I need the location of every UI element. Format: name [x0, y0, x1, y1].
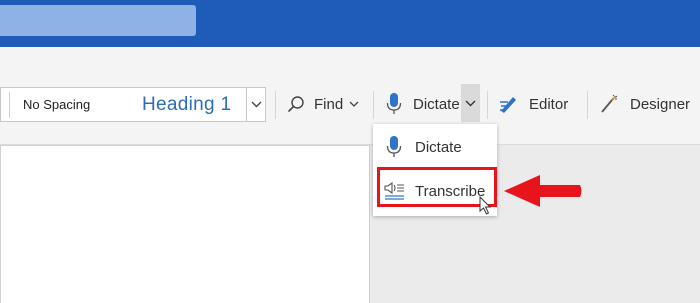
- search-box[interactable]: [0, 5, 196, 36]
- styles-gallery: No Spacing Heading 1: [0, 87, 263, 122]
- dictate-button[interactable]: Dictate: [386, 88, 460, 120]
- editor-label: Editor: [529, 95, 569, 113]
- chevron-down-icon: [251, 101, 262, 108]
- style-no-spacing[interactable]: No Spacing: [23, 88, 90, 121]
- ribbon-divider: [275, 91, 276, 119]
- designer-label: Designer: [630, 95, 691, 113]
- dictate-dropdown-button[interactable]: [461, 84, 480, 122]
- dictate-label: Dictate: [413, 95, 460, 113]
- editor-button[interactable]: Editor: [498, 88, 568, 120]
- editor-pen-icon: [498, 94, 518, 114]
- microphone-icon: [386, 92, 402, 116]
- styles-gallery-divider: [9, 92, 10, 118]
- menu-item-dictate[interactable]: Dictate: [373, 128, 497, 166]
- search-icon: [287, 95, 305, 113]
- mouse-pointer-icon: [479, 196, 492, 215]
- microphone-icon: [373, 135, 415, 159]
- designer-button[interactable]: Designer: [599, 88, 690, 120]
- ribbon-divider: [373, 91, 374, 119]
- menu-item-dictate-label: Dictate: [415, 138, 462, 156]
- find-button[interactable]: Find: [287, 88, 359, 120]
- title-bar: [0, 0, 700, 47]
- magic-wand-icon: [599, 94, 619, 114]
- chevron-down-icon: [349, 101, 359, 107]
- ribbon-divider: [587, 91, 588, 119]
- ribbon-divider: [487, 91, 488, 119]
- styles-more-button[interactable]: [246, 87, 266, 122]
- chevron-down-icon: [465, 100, 476, 107]
- document-page[interactable]: [0, 145, 370, 303]
- red-arrow-icon: [504, 175, 582, 207]
- find-label: Find: [314, 95, 344, 113]
- style-heading-1[interactable]: Heading 1: [142, 88, 231, 121]
